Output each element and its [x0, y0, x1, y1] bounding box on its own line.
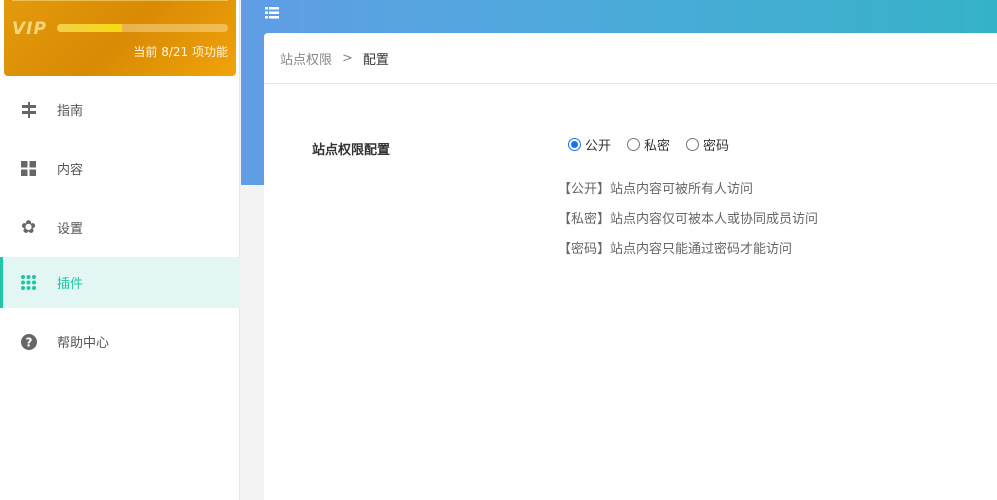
breadcrumb: 站点权限 > 配置 — [264, 33, 997, 84]
sidebar-item-plugins[interactable]: 插件 — [0, 257, 240, 308]
sidebar-item-label: 插件 — [57, 277, 84, 292]
breadcrumb-separator: > — [342, 50, 353, 66]
sidebar-item-guide[interactable]: 指南 — [0, 80, 240, 139]
svg-text:?: ? — [25, 335, 32, 349]
vip-status: 当前 8/21 项功能 — [133, 45, 228, 59]
sidebar-item-label: 指南 — [57, 104, 84, 119]
menu-icon[interactable] — [265, 4, 279, 23]
description-public: 【公开】站点内容可被所有人访问 — [558, 182, 754, 197]
vip-card[interactable]: VIP 当前 8/21 项功能 — [4, 0, 236, 76]
sidebar-item-content[interactable]: 内容 — [0, 139, 240, 198]
radio-private[interactable]: 私密 — [627, 135, 670, 154]
grid-icon — [20, 160, 37, 177]
content-panel: 站点权限 > 配置 站点权限配置 公开 私密 密码 【公开】站点内容可被所有人访… — [264, 33, 997, 500]
permission-label: 站点权限配置 — [312, 143, 391, 158]
breadcrumb-parent[interactable]: 站点权限 — [280, 49, 332, 68]
radio-password[interactable]: 密码 — [686, 135, 729, 154]
radio-label: 私密 — [644, 139, 671, 154]
radio-label: 公开 — [585, 139, 612, 154]
radio-label: 密码 — [703, 139, 730, 154]
description-password: 【密码】站点内容只能通过密码才能访问 — [558, 242, 793, 257]
description-private: 【私密】站点内容仅可被本人或协同成员访问 — [558, 212, 819, 227]
help-icon: ? — [20, 333, 37, 350]
permission-radio-group: 公开 私密 密码 — [568, 135, 729, 154]
vip-logo: VIP — [12, 19, 47, 39]
sidebar-item-label: 设置 — [57, 222, 84, 237]
sidebar-item-help[interactable]: ? 帮助中心 — [0, 312, 240, 371]
gear-icon: ✿ — [20, 217, 37, 238]
radio-circle[interactable] — [568, 138, 581, 151]
apps-icon — [20, 274, 37, 291]
radio-public[interactable]: 公开 — [568, 135, 611, 154]
sidebar-item-label: 帮助中心 — [57, 336, 110, 351]
sidebar-item-settings[interactable]: ✿ 设置 — [0, 198, 240, 257]
sidebar: VIP 当前 8/21 项功能 指南 内容 ✿ 设置 插件 ? 帮助中心 — [0, 0, 240, 500]
vip-progress-fill — [57, 24, 122, 32]
breadcrumb-current: 配置 — [362, 52, 389, 68]
radio-circle[interactable] — [686, 138, 700, 151]
signpost-icon — [20, 101, 37, 118]
sidebar-item-label: 内容 — [57, 163, 84, 178]
sidebar-nav: 指南 内容 ✿ 设置 插件 ? 帮助中心 — [0, 80, 240, 371]
radio-circle[interactable] — [627, 138, 641, 151]
vip-progress-bar — [57, 24, 228, 32]
divider — [12, 0, 228, 1]
